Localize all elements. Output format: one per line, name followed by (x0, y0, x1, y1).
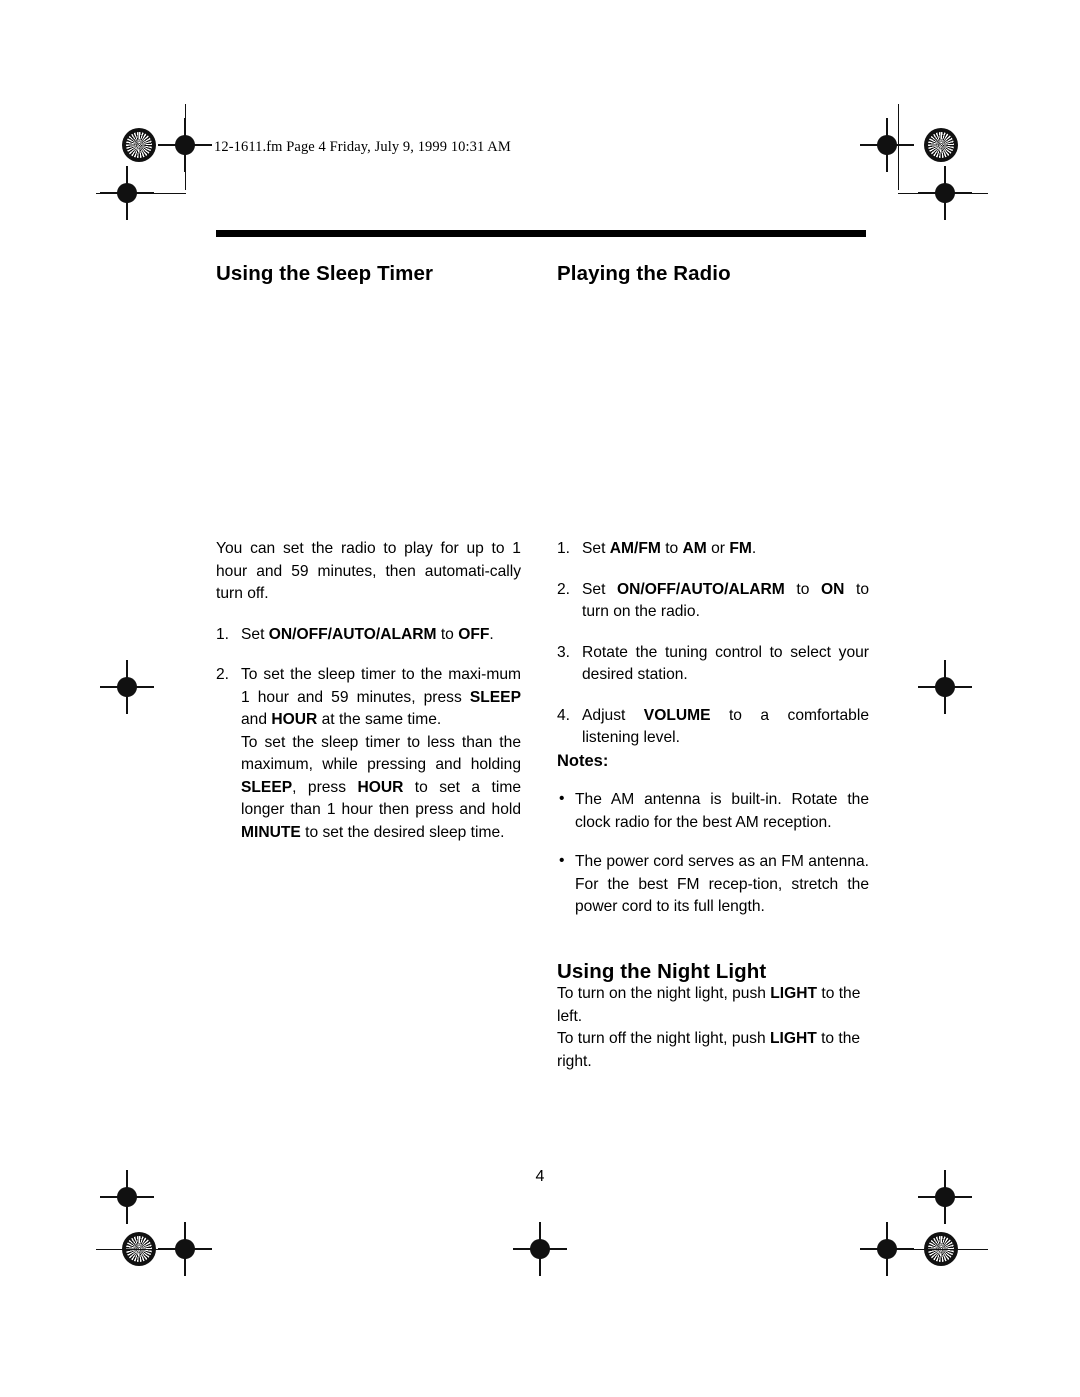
right-column-whitespace (557, 286, 869, 538)
sleep-timer-closing-paragraph: To set the sleep timer to less than the … (241, 733, 521, 841)
list-item: 4. Adjust VOLUME to a comfortable listen… (557, 705, 869, 750)
registration-target-left-lower (100, 1170, 154, 1224)
list-item: 2. To set the sleep timer to the maxi-mu… (216, 664, 521, 732)
note-text: The power cord serves as an FM antenna. … (575, 853, 869, 915)
list-item: 2. Set ON/OFF/AUTO/ALARM to ON to turn o… (557, 579, 869, 624)
list-item: 1. Set ON/OFF/AUTO/ALARM to OFF. (216, 624, 521, 647)
crop-mark-right-top (898, 104, 900, 190)
header-rule (216, 230, 866, 237)
crop-mark-top-right (898, 193, 988, 195)
left-column-body: You can set the radio to play for up to … (216, 538, 521, 844)
registration-target-right-lower (918, 1170, 972, 1224)
step-text: Rotate the tuning control to select your… (582, 643, 869, 684)
crop-mark-top-left (96, 193, 186, 195)
page-number: 4 (535, 1168, 545, 1185)
step-text: Set AM/FM to AM or FM. (582, 540, 757, 557)
step-number: 1. (216, 625, 230, 643)
notes-list: • The AM antenna is built-in. Rotate the… (557, 789, 869, 919)
step-text: Set ON/OFF/AUTO/ALARM to ON to turn on t… (582, 580, 869, 621)
crop-mark-bottom-left (96, 1249, 186, 1251)
step-text: Set ON/OFF/AUTO/ALARM to OFF. (241, 625, 494, 643)
left-column-whitespace (216, 286, 521, 538)
notes-label: Notes: (557, 751, 609, 770)
registration-target-bottom-right (860, 1222, 914, 1276)
step-number: 2. (557, 580, 571, 598)
registration-target-right-middle (918, 660, 972, 714)
playing-radio-steps: 1. Set AM/FM to AM or FM. 2. Set ON/OFF/… (557, 538, 869, 750)
list-item: 3. Rotate the tuning control to select y… (557, 642, 869, 687)
list-item: • The power cord serves as an FM antenna… (557, 851, 869, 919)
note-text: The AM antenna is built-in. Rotate the c… (575, 791, 869, 831)
registration-target-left-middle (100, 660, 154, 714)
crop-mark-left-top (185, 104, 187, 190)
heading-using-the-night-light: Using the Night Light (557, 959, 767, 983)
step-number: 2. (216, 666, 230, 683)
registration-target-bottom-center (513, 1222, 567, 1276)
right-column: Playing the Radio 1. Set AM/FM to AM or … (557, 262, 869, 1073)
list-item: • The AM antenna is built-in. Rotate the… (557, 789, 869, 834)
crop-mark-bottom-right (898, 1249, 988, 1251)
registration-rosette-top-left (122, 128, 156, 162)
left-column: Using the Sleep Timer You can set the ra… (216, 262, 521, 844)
night-light-off-paragraph: To turn off the night light, push LIGHT … (557, 1030, 861, 1070)
printed-page: 12-1611.fm Page 4 Friday, July 9, 1999 1… (0, 0, 1080, 1397)
right-column-body: 1. Set AM/FM to AM or FM. 2. Set ON/OFF/… (557, 538, 869, 1073)
step-number: 1. (557, 540, 571, 557)
heading-using-the-sleep-timer: Using the Sleep Timer (216, 262, 434, 285)
step-number: 3. (557, 643, 571, 661)
file-header-line: 12-1611.fm Page 4 Friday, July 9, 1999 1… (214, 139, 511, 155)
night-light-on-paragraph: To turn on the night light, push LIGHT t… (557, 985, 861, 1025)
sleep-timer-intro-paragraph: You can set the radio to play for up to … (216, 540, 521, 602)
step-text: Adjust VOLUME to a comfortable listening… (582, 706, 869, 747)
sleep-timer-steps: 1. Set ON/OFF/AUTO/ALARM to OFF. 2. To s… (216, 624, 521, 732)
registration-rosette-top-right (924, 128, 958, 162)
registration-target-top-right (860, 118, 914, 172)
step-text: To set the sleep timer to the maxi-mum 1… (241, 666, 521, 728)
heading-playing-the-radio: Playing the Radio (557, 262, 731, 285)
list-item: 1. Set AM/FM to AM or FM. (557, 538, 869, 561)
step-number: 4. (557, 706, 571, 724)
bullet-glyph: • (559, 852, 565, 869)
bullet-glyph: • (559, 790, 565, 807)
